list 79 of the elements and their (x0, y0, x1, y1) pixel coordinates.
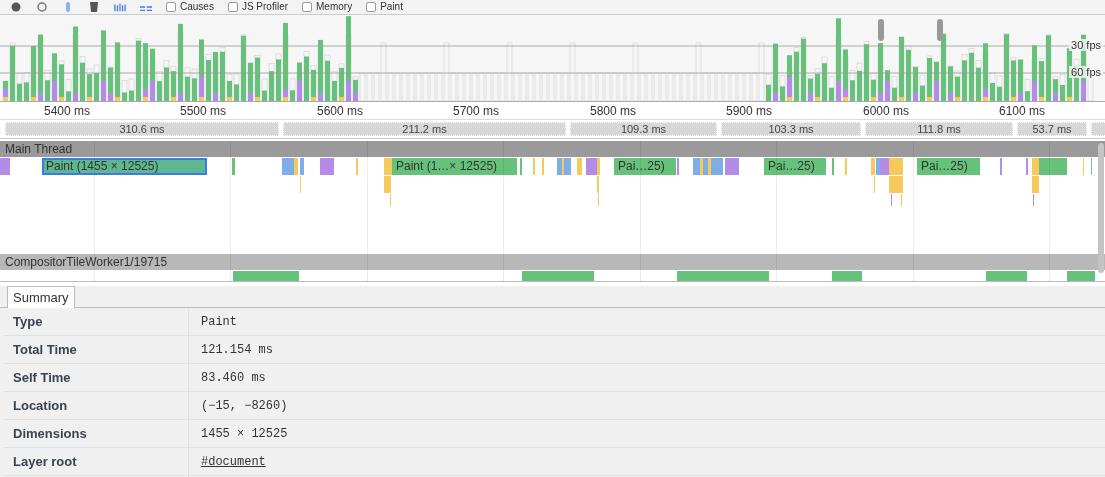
track-header[interactable]: CompositorTileWorker1/19715 (0, 254, 1105, 270)
raster-task-bar[interactable] (522, 271, 594, 281)
trace-event-bar[interactable] (889, 158, 903, 175)
range-handle[interactable] (878, 19, 884, 41)
range-handle[interactable] (937, 19, 943, 41)
time-tick-label: 5900 ms (724, 104, 772, 118)
trace-event-bar[interactable] (597, 158, 600, 175)
fps-label: 60 fps (1069, 66, 1103, 78)
trash-icon[interactable] (88, 2, 100, 12)
frame-duration[interactable]: 111.8 ms (865, 122, 1013, 136)
checkbox[interactable] (366, 2, 377, 12)
paint-event[interactable]: Paint (1455 × 12525) (42, 158, 207, 175)
time-tick-label: 5400 ms (42, 104, 90, 118)
trace-event-bar[interactable] (320, 158, 334, 175)
checkbox[interactable] (302, 2, 313, 12)
trace-event-bar[interactable] (700, 158, 703, 175)
paint-event[interactable]: Pai…25) (917, 158, 980, 175)
raster-task-bar[interactable] (986, 271, 1027, 281)
checkbox-label: JS Profiler (241, 1, 289, 13)
trace-event-bar[interactable] (876, 158, 880, 175)
checkbox-label: Paint (380, 1, 403, 13)
raster-task-bar[interactable] (677, 271, 769, 281)
property-label: Layer root (3, 448, 189, 475)
trace-event-bar[interactable] (889, 176, 903, 193)
trace-event-bar[interactable] (232, 158, 235, 175)
time-tick-label: 5500 ms (178, 104, 226, 118)
trace-event-bar[interactable] (384, 158, 392, 175)
frame-duration[interactable]: 103.3 ms (721, 122, 861, 136)
raster-task-bar[interactable] (1067, 271, 1095, 281)
frame-duration[interactable]: 211.2 ms (283, 122, 566, 136)
checkbox[interactable] (227, 2, 238, 12)
bar-chart-icon[interactable] (114, 2, 126, 12)
trace-event-bar[interactable] (1039, 158, 1067, 175)
raster-task-bar[interactable] (832, 271, 862, 281)
property-value: 1455 × 12525 (201, 426, 288, 441)
time-tick-label: 5800 ms (588, 104, 636, 118)
property-label: Type (3, 308, 189, 335)
checkbox-label: Memory (316, 1, 353, 13)
paint-event[interactable]: Paint (1…× 12525) (392, 158, 517, 175)
paint-event[interactable]: Pai…25) (614, 158, 676, 175)
trace-event-bar[interactable] (586, 158, 597, 175)
trace-event-bar[interactable] (577, 158, 582, 175)
layer-root-link[interactable]: #document (201, 454, 266, 469)
time-tick-label: 5700 ms (451, 104, 499, 118)
trace-event-bar[interactable] (1032, 176, 1039, 193)
trace-event-bar[interactable] (294, 158, 298, 175)
checkbox[interactable] (166, 2, 176, 12)
property-label: Location (3, 392, 189, 419)
track-header[interactable]: Main Thread (0, 141, 1105, 157)
frame-duration[interactable]: 53.7 ms (1017, 122, 1087, 136)
frame-duration[interactable]: 109.3 ms (570, 122, 717, 136)
trace-event-bar[interactable] (708, 158, 711, 175)
property-label: Dimensions (3, 420, 189, 447)
time-tick-label: 6000 ms (861, 104, 909, 118)
property-value: 121.154 ms (201, 342, 273, 357)
frame-duration[interactable] (1091, 122, 1105, 136)
property-label: Self Time (3, 364, 189, 391)
paint-event[interactable]: Pai…25) (764, 158, 826, 175)
trace-event-bar[interactable] (725, 158, 739, 175)
summary-tab[interactable]: Summary (7, 286, 75, 308)
record-icon[interactable] (10, 2, 22, 12)
property-value: (−15, −8260) (201, 398, 288, 413)
frame-duration[interactable]: 310.6 ms (5, 122, 279, 136)
trace-event-bar[interactable] (880, 158, 889, 175)
time-tick-label: 6100 ms (997, 104, 1045, 118)
scrollbar[interactable] (1098, 143, 1104, 273)
trace-event-bar[interactable] (300, 158, 304, 175)
property-value: 83.460 ms (201, 370, 266, 385)
trace-event-bar[interactable] (871, 158, 875, 175)
fps-label: 30 fps (1069, 39, 1103, 51)
trace-event-bar[interactable] (282, 158, 294, 175)
checkbox-label: Causes (180, 1, 214, 13)
trace-event-bar[interactable] (384, 176, 391, 193)
trace-event-bar[interactable] (0, 158, 10, 175)
time-tick-label: 5600 ms (315, 104, 363, 118)
property-value: Paint (201, 314, 237, 329)
trace-event-bar[interactable] (1032, 158, 1039, 175)
property-label: Total Time (3, 336, 189, 363)
raster-task-bar[interactable] (233, 271, 299, 281)
